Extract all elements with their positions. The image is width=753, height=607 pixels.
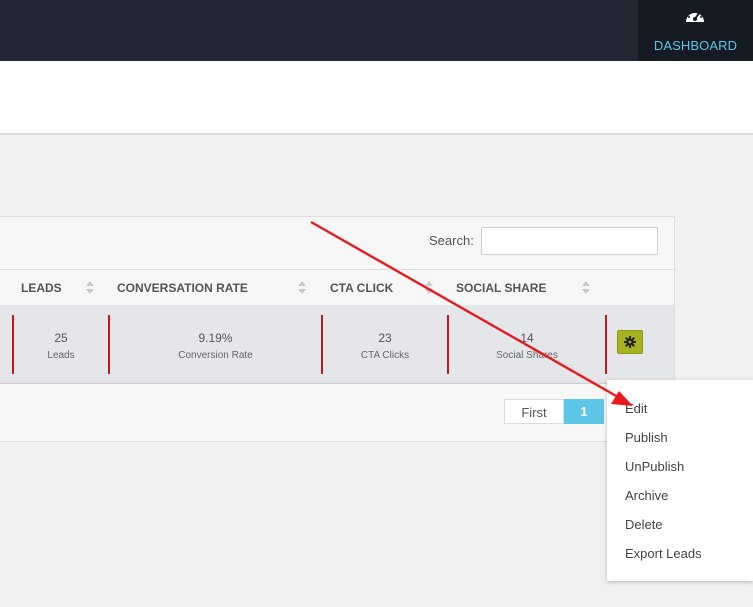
annotation-arrow	[310, 220, 633, 406]
arrow-head	[611, 391, 633, 406]
arrow-shaft	[310, 220, 619, 399]
